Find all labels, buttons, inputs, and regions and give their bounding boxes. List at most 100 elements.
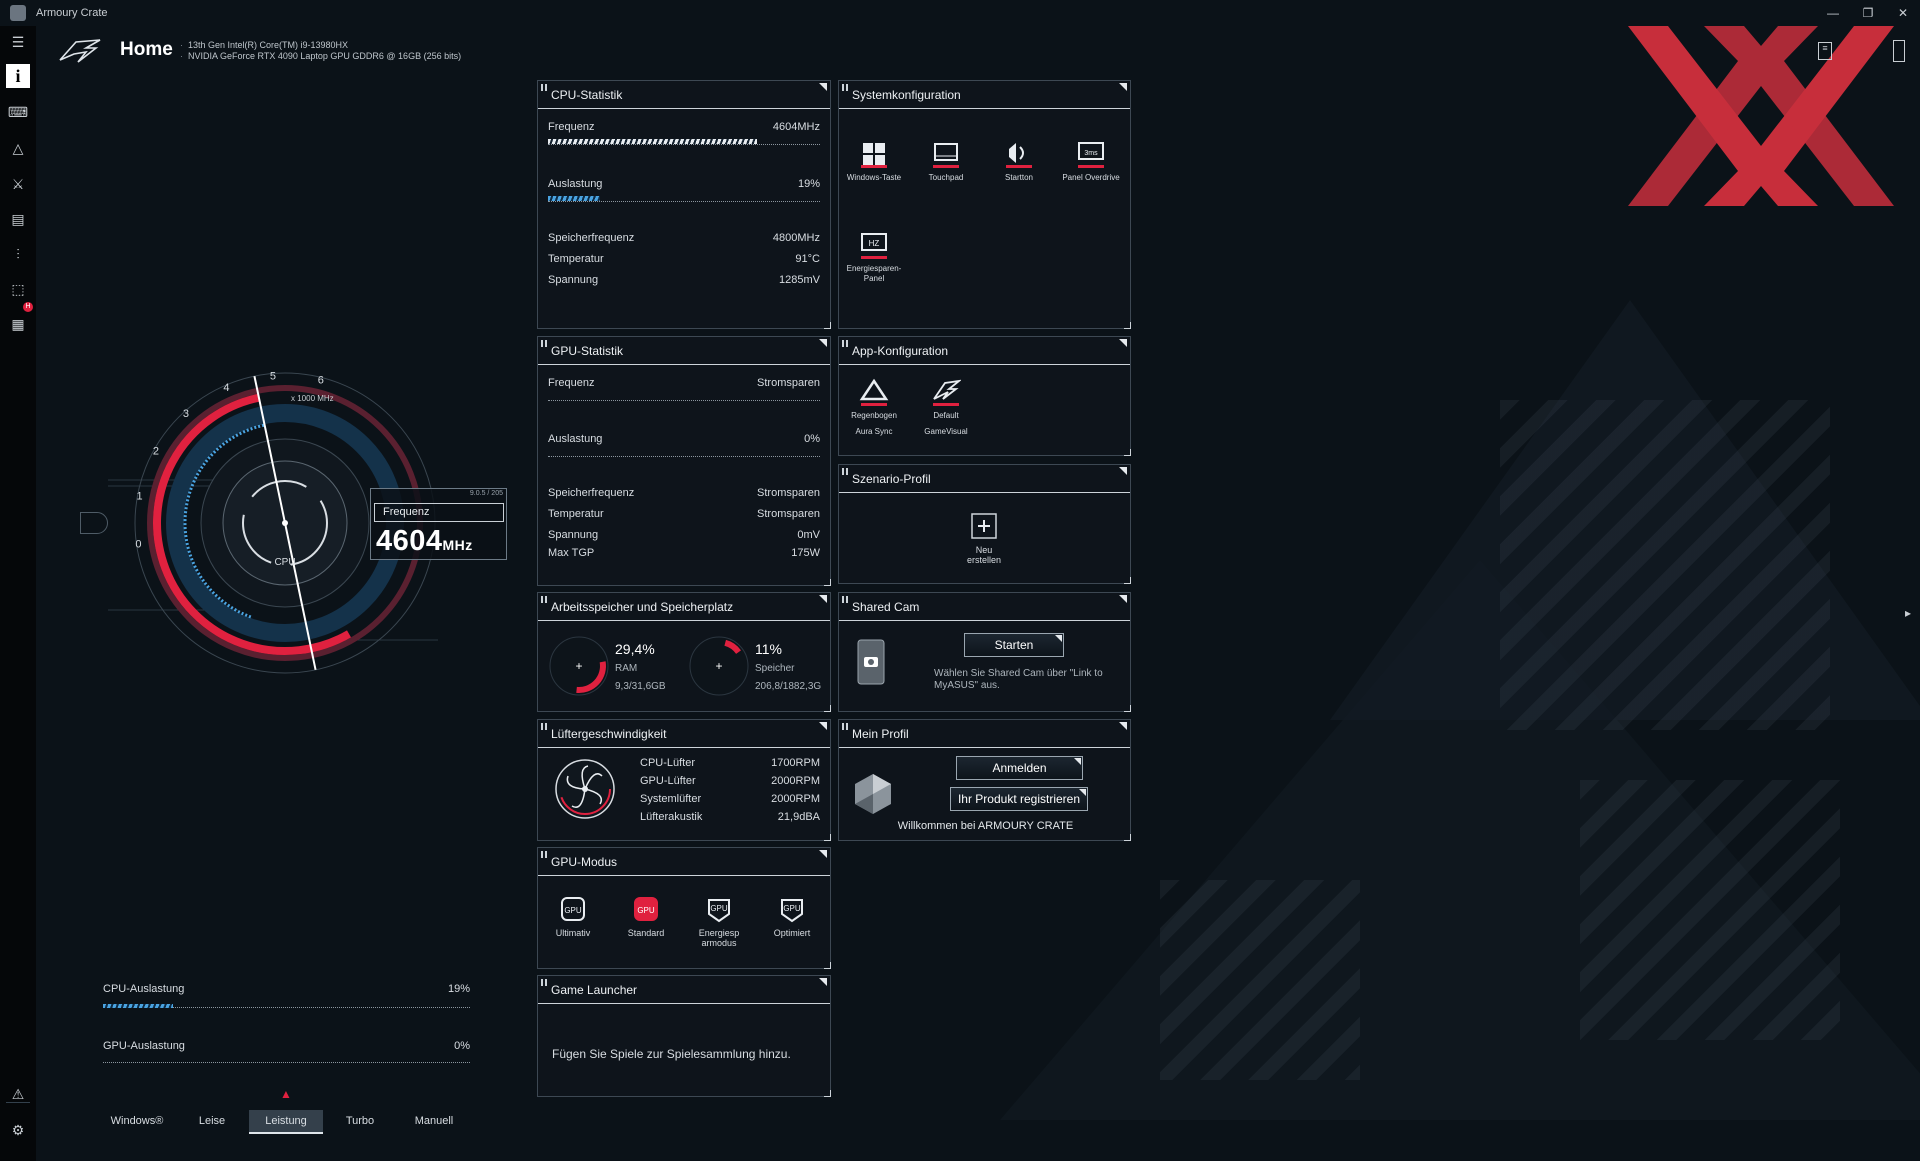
gpu-stats-title: GPU-Statistik (551, 344, 624, 358)
keyboard-icon[interactable]: ⌨ (6, 100, 30, 124)
expand-right-icon[interactable]: ▸ (1905, 606, 1911, 620)
gauge-center-label: CPU (274, 557, 295, 568)
svg-text:GPU: GPU (637, 906, 655, 915)
fan-gpu-value: 2000RPM (771, 775, 820, 787)
gpu-info-line: NVIDIA GeForce RTX 4090 Laptop GPU GDDR6… (180, 51, 461, 61)
info-icon[interactable]: i (6, 64, 30, 88)
profile-welcome-text: Willkommen bei ARMOURY CRATE (897, 820, 1074, 832)
system-config-header: Systemkonfiguration (839, 81, 1130, 109)
touchpad-icon (933, 143, 959, 168)
profile-avatar-icon (855, 774, 891, 814)
aura-sync-value: Regenbogen (851, 411, 897, 420)
cpu-volt-label: Spannung (548, 274, 599, 286)
game-launcher-text: Fügen Sie Spiele zur Spielesammlung hinz… (552, 1047, 791, 1061)
sys-boot-sound[interactable]: Startton (984, 139, 1054, 183)
fan-system-row: Systemlüfter 2000RPM (640, 793, 820, 805)
app-aura-sync[interactable]: Regenbogen Aura Sync (839, 377, 909, 437)
restore-icon[interactable]: ❐ (1857, 3, 1879, 23)
gauge-tick-label: 2 (153, 445, 159, 457)
scenario-new-button[interactable]: Neu erstellen (949, 511, 1019, 565)
windows-key-icon (861, 143, 887, 168)
app-config-panel: App-Konfiguration Regenbogen Aura Sync D… (838, 336, 1131, 456)
svg-text:HZ: HZ (869, 239, 880, 248)
settings-gear-icon[interactable]: ⚙ (6, 1118, 30, 1142)
start-shared-cam-button[interactable]: Starten (964, 633, 1064, 657)
minimize-icon[interactable]: — (1822, 3, 1844, 23)
gamevisual-label: GameVisual (924, 427, 968, 436)
cpu-stats-panel: CPU-Statistik Frequenz 4604MHz Auslastung… (537, 80, 831, 329)
svg-text:+: + (715, 659, 722, 673)
memory-panel: Arbeitsspeicher und Speicherplatz + 29,4… (537, 592, 831, 712)
close-icon[interactable]: ✕ (1892, 3, 1914, 23)
panel-overdrive-icon: 3ms (1078, 142, 1104, 168)
gpu-util-bar (548, 451, 820, 457)
fan-cpu-value: 1700RPM (771, 757, 820, 769)
gpu-mode-standard-label: Standard (627, 928, 665, 938)
system-config-title: Systemkonfiguration (852, 88, 961, 102)
mode-turbo[interactable]: Turbo (323, 1110, 397, 1134)
sys-windows-key[interactable]: Windows-Taste (839, 139, 909, 183)
shared-cam-header: Shared Cam (839, 593, 1130, 621)
cpu-freq-bar (548, 139, 820, 145)
news-icon[interactable]: ▦ (6, 312, 30, 336)
cpu-freq-value: 4604MHz (772, 121, 820, 133)
alert-icon[interactable]: ⚠ (6, 1082, 30, 1106)
profile-header: Mein Profil (839, 720, 1130, 748)
app-gamevisual[interactable]: Default GameVisual (911, 377, 981, 437)
memory-title: Arbeitsspeicher und Speicherplatz (551, 600, 734, 614)
svg-text:GPU: GPU (783, 904, 801, 913)
fan-acoustic-label: Lüfterakustik (640, 811, 703, 823)
settings-sliders-icon[interactable]: ⫶ (6, 242, 30, 266)
mode-leise[interactable]: Leise (175, 1110, 249, 1134)
deals-icon[interactable]: ⬚ (6, 277, 30, 301)
gpu-mem-label: Speicherfrequenz (548, 487, 635, 499)
profile-title: Mein Profil (852, 727, 909, 741)
register-product-button[interactable]: Ihr Produkt registrieren (950, 787, 1088, 811)
fan-title: Lüftergeschwindigkeit (551, 727, 667, 741)
fan-acoustic-value: 21,9dBA (777, 811, 820, 823)
aura-icon[interactable]: △ (6, 136, 30, 160)
gamevisual-value: Default (933, 411, 959, 420)
armoury-icon[interactable]: ⚔ (6, 172, 30, 196)
gpu-tgp-value: 175W (791, 547, 820, 559)
gpu-mode-standard[interactable]: GPU Standard (611, 894, 681, 938)
phone-camera-icon (857, 639, 885, 685)
gpu-utilization-label: GPU-Auslastung (103, 1040, 185, 1052)
fan-header: Lüftergeschwindigkeit (538, 720, 830, 748)
gauge-side-marker (80, 512, 108, 534)
cpu-util-bar (548, 196, 820, 202)
document-icon[interactable]: ≡ (1818, 42, 1832, 60)
fan-cpu-label: CPU-Lüfter (640, 757, 696, 769)
cpu-stats-title: CPU-Statistik (551, 88, 623, 102)
cpu-utilization-fill (103, 1004, 173, 1008)
gpu-util-value: 0% (804, 433, 820, 445)
app-config-title: App-Konfiguration (852, 344, 949, 358)
fan-icon (555, 759, 615, 819)
login-button[interactable]: Anmelden (956, 756, 1083, 780)
nav-rail: ☰ i ⌨ △ ⚔ ▤ ⫶ ⬚ H ▦ ⚠ ⚙ (0, 26, 36, 1161)
cpu-mem-label: Speicherfrequenz (548, 232, 635, 244)
mode-windows[interactable]: Windows® (100, 1110, 174, 1134)
gpu-temp-row: Temperatur Stromsparen (548, 508, 820, 520)
mode-manuell[interactable]: Manuell (397, 1110, 471, 1134)
gpu-mode-energiespar[interactable]: GPU Energiesp armodus (684, 894, 754, 948)
frequency-label: Frequenz (374, 503, 504, 522)
sys-touchpad[interactable]: Touchpad (911, 139, 981, 183)
sys-panel-overdrive[interactable]: 3ms Panel Overdrive (1056, 139, 1126, 183)
gauge-tick-label: 3 (183, 408, 189, 420)
app-logo-icon (10, 5, 26, 21)
mode-leistung[interactable]: Leistung (249, 1110, 323, 1134)
add-icon (971, 513, 997, 539)
cpu-util-row: Auslastung 19% (548, 178, 820, 190)
gpu-mode-ultimativ[interactable]: GPU Ultimativ (538, 894, 608, 938)
game-launcher-panel[interactable]: Game Launcher Fügen Sie Spiele zur Spiel… (537, 975, 831, 1097)
gpu-util-row: Auslastung 0% (548, 433, 820, 445)
gpu-mode-header: GPU-Modus (538, 848, 830, 876)
menu-icon[interactable]: ☰ (6, 30, 30, 54)
gpu-util-label: Auslastung (548, 433, 603, 445)
shared-cam-panel: Shared Cam Starten Wählen Sie Shared Cam… (838, 592, 1131, 712)
sys-energy-panel[interactable]: HZ Energiesparen-Panel (839, 230, 909, 284)
gpu-mode-optimiert[interactable]: GPU Optimiert (757, 894, 827, 938)
cpu-utilization-bar (103, 1004, 470, 1008)
scenario-icon[interactable]: ▤ (6, 207, 30, 231)
